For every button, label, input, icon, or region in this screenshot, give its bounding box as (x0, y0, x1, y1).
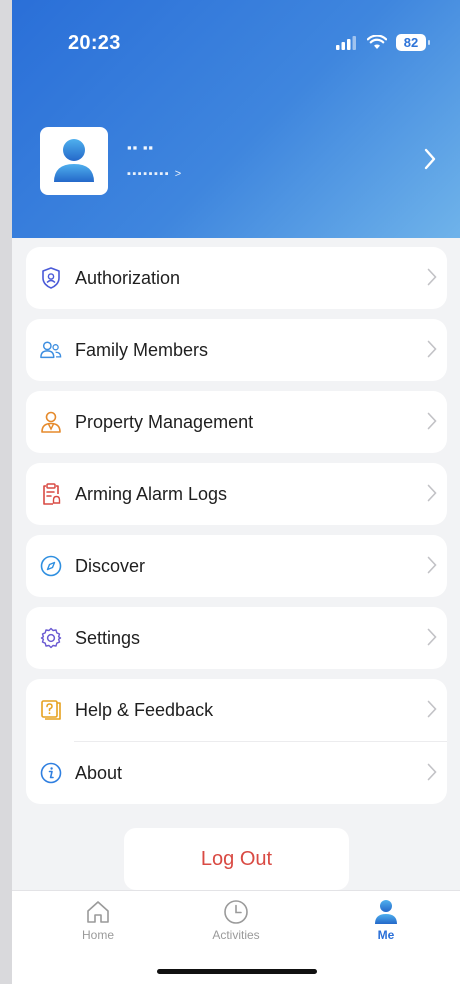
chevron-right-icon (427, 484, 437, 502)
user-account: ▪︎▪︎▪︎▪︎▪︎▪︎▪︎▪︎ > (127, 168, 183, 180)
card-discover: Discover (26, 535, 447, 597)
battery-indicator: 82 (396, 34, 430, 51)
user-icon (375, 900, 397, 924)
home-indicator (157, 969, 317, 974)
chevron-right-icon (427, 412, 437, 430)
menu-label-authorization: Authorization (75, 267, 181, 288)
chevron-right-icon (427, 340, 437, 358)
chevron-right-icon (427, 268, 437, 286)
compass-icon (40, 555, 62, 577)
family-members-icon (40, 339, 62, 361)
user-avatar-icon (54, 139, 94, 182)
menu-label-discover: Discover (75, 555, 146, 576)
tab-label-home: Home (81, 928, 114, 942)
status-time: 20:23 (68, 32, 121, 54)
menu-item-property-management[interactable]: Property Management (26, 391, 447, 453)
card-property-management: Property Management (26, 391, 447, 453)
chevron-right-icon (427, 763, 437, 781)
card-help-about: Help & Feedback About (26, 679, 447, 804)
wifi-icon (367, 35, 387, 49)
signal-icon (336, 35, 356, 50)
menu-label-about: About (75, 762, 123, 783)
user-name: ▪︎▪︎ ▪︎▪︎ (127, 140, 155, 155)
property-manager-icon (40, 411, 62, 433)
menu-item-help-feedback[interactable]: Help & Feedback (26, 679, 447, 741)
tab-label-activities: Activities (212, 928, 260, 942)
menu-item-settings[interactable]: Settings (26, 607, 447, 669)
card-settings: Settings (26, 607, 447, 669)
status-icons: 82 (336, 34, 430, 51)
alarm-log-icon (40, 483, 62, 505)
home-icon (87, 901, 109, 923)
chevron-right-icon[interactable] (424, 148, 436, 170)
chevron-right-icon (427, 556, 437, 574)
tab-home[interactable]: Home (58, 899, 138, 942)
info-icon (40, 762, 62, 784)
help-icon (40, 699, 62, 721)
menu-label-help-feedback: Help & Feedback (75, 699, 214, 720)
chevron-right-icon (427, 700, 437, 718)
clock-icon (224, 900, 248, 924)
tab-activities[interactable]: Activities (196, 899, 276, 942)
card-arming-alarm-logs: Arming Alarm Logs (26, 463, 447, 525)
menu-item-family-members[interactable]: Family Members (26, 319, 447, 381)
menu-item-authorization[interactable]: Authorization (26, 247, 447, 309)
shield-user-icon (40, 267, 62, 289)
menu-item-discover[interactable]: Discover (26, 535, 447, 597)
menu-item-arming-alarm-logs[interactable]: Arming Alarm Logs (26, 463, 447, 525)
gear-icon (40, 627, 62, 649)
tab-label-me: Me (377, 928, 395, 942)
card-family-members: Family Members (26, 319, 447, 381)
menu-item-about[interactable]: About (26, 742, 447, 804)
profile-header: 20:23 82 ▪︎▪︎ ▪︎▪︎ ▪︎▪︎▪︎▪︎▪︎▪︎▪︎▪︎ > (12, 0, 460, 238)
logout-button[interactable]: Log Out (124, 828, 349, 890)
menu-label-settings: Settings (75, 627, 141, 648)
menu-label-property-management: Property Management (75, 411, 254, 432)
chevron-right-icon (427, 628, 437, 646)
menu-label-arming-alarm-logs: Arming Alarm Logs (75, 483, 228, 504)
avatar[interactable] (40, 127, 108, 195)
card-authorization: Authorization (26, 247, 447, 309)
phone-screen: 20:23 82 ▪︎▪︎ ▪︎▪︎ ▪︎▪︎▪︎▪︎▪︎▪︎▪︎▪︎ > Au… (12, 0, 460, 984)
menu-label-family-members: Family Members (75, 339, 209, 360)
tab-me[interactable]: Me (346, 899, 426, 942)
